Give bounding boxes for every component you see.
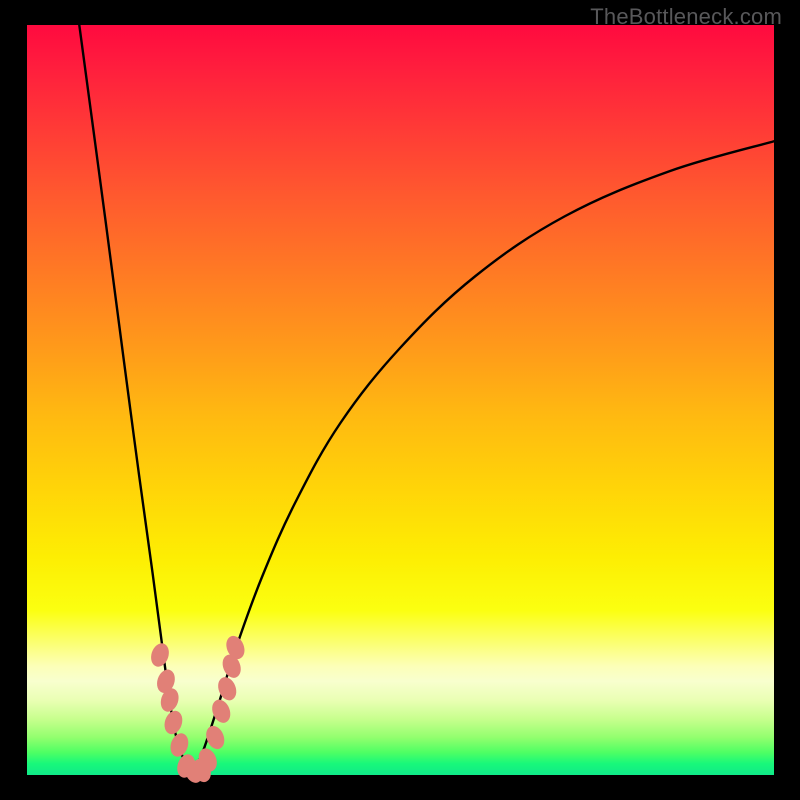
heatmap-background xyxy=(27,25,774,775)
chart-frame: TheBottleneck.com xyxy=(0,0,800,800)
watermark-text: TheBottleneck.com xyxy=(590,5,782,29)
